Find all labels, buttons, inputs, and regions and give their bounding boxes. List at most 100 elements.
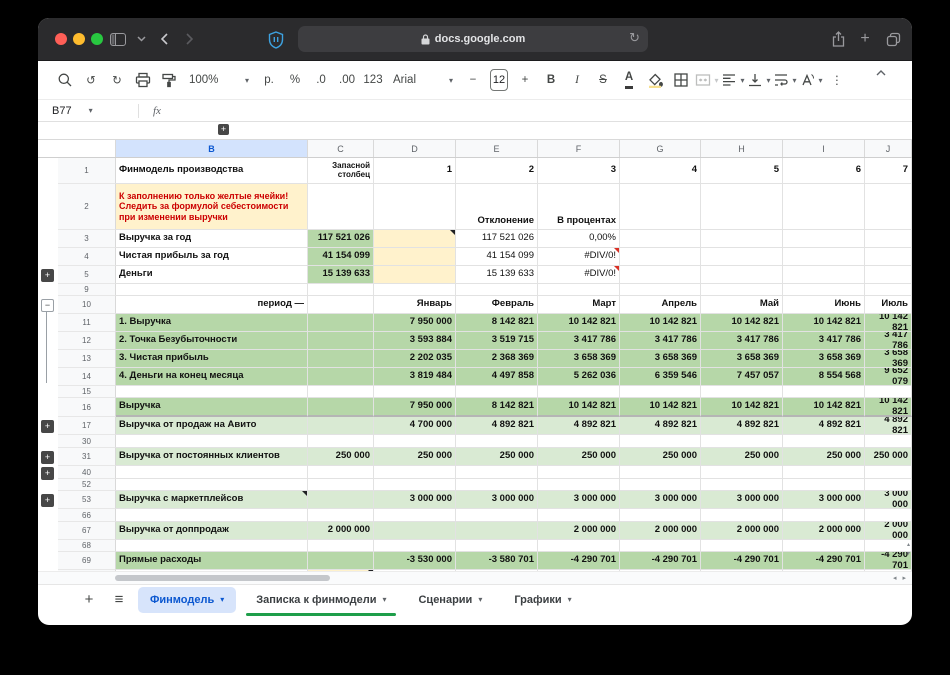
cell-J30[interactable] [865, 435, 912, 448]
cell-E52[interactable] [456, 479, 538, 491]
cell-I1[interactable]: 6 [783, 158, 865, 184]
cell-C3[interactable]: 117 521 026 [308, 230, 374, 248]
increase-decimals-button[interactable]: .00 [335, 68, 359, 92]
row-header-16[interactable]: 16 [58, 398, 116, 417]
cell-G40[interactable] [620, 466, 701, 479]
font-select[interactable]: Arial▾ [387, 68, 459, 92]
cell-G10[interactable]: Апрель [620, 296, 701, 314]
cell-B12[interactable]: 2. Точка Безубыточности [116, 332, 308, 350]
cell-G4[interactable] [620, 248, 701, 266]
sheet-tab-menu-icon[interactable]: ▾ [220, 595, 224, 604]
cell-B31[interactable]: Выручка от постоянных клиентов [116, 448, 308, 466]
cell-C53[interactable] [308, 491, 374, 509]
column-header-B[interactable]: B [116, 140, 308, 157]
scroll-right-icon[interactable]: ▸ [902, 574, 906, 582]
cell-H2[interactable] [701, 184, 783, 230]
cell-F2[interactable]: В процентах [538, 184, 620, 230]
cell-C68[interactable] [308, 540, 374, 552]
row-header-9[interactable]: 9 [58, 284, 116, 296]
undo-button[interactable]: ↺ [79, 68, 103, 92]
cell-C5[interactable]: 15 139 633 [308, 266, 374, 284]
cell-H16[interactable]: 10 142 821 [701, 398, 783, 417]
text-color-button[interactable]: A [617, 68, 641, 92]
cell-H67[interactable]: 2 000 000 [701, 522, 783, 540]
cell-B30[interactable] [116, 435, 308, 448]
cell-B16[interactable]: Выручка [116, 398, 308, 417]
cell-G14[interactable]: 6 359 546 [620, 368, 701, 386]
cell-H13[interactable]: 3 658 369 [701, 350, 783, 368]
cell-B5[interactable]: Деньги [116, 266, 308, 284]
row-group-expand-button[interactable]: + [41, 467, 54, 480]
more-toolbar-button[interactable]: ⋮ [825, 68, 849, 92]
horizontal-scrollbar-thumb[interactable] [115, 575, 330, 581]
text-rotation-button[interactable]: ▾ [799, 68, 823, 92]
cell-I4[interactable] [783, 248, 865, 266]
cell-G1[interactable]: 4 [620, 158, 701, 184]
cell-I10[interactable]: Июнь [783, 296, 865, 314]
cell-D5[interactable] [374, 266, 456, 284]
cell-E14[interactable]: 4 497 858 [456, 368, 538, 386]
cell-D11[interactable]: 7 950 000 [374, 314, 456, 332]
cell-E66[interactable] [456, 509, 538, 522]
row-header-67[interactable]: 67 [58, 522, 116, 540]
cell-H3[interactable] [701, 230, 783, 248]
cell-F15[interactable] [538, 386, 620, 398]
cell-D16[interactable]: 7 950 000 [374, 398, 456, 417]
column-header-C[interactable]: C [308, 140, 374, 157]
cell-C40[interactable] [308, 466, 374, 479]
cell-C30[interactable] [308, 435, 374, 448]
more-formats-button[interactable]: 123 [361, 68, 385, 92]
text-wrap-button[interactable]: ▾ [773, 68, 797, 92]
cell-H14[interactable]: 7 457 057 [701, 368, 783, 386]
cell-H17[interactable]: 4 892 821 [701, 417, 783, 435]
cell-F16[interactable]: 10 142 821 [538, 398, 620, 417]
cell-J15[interactable] [865, 386, 912, 398]
cell-H5[interactable] [701, 266, 783, 284]
cell-G16[interactable]: 10 142 821 [620, 398, 701, 417]
row-group-expand-button[interactable]: + [41, 420, 54, 433]
row-group-expand-button[interactable]: + [41, 451, 54, 464]
percent-format-button[interactable]: % [283, 68, 307, 92]
cell-D30[interactable] [374, 435, 456, 448]
cell-G5[interactable] [620, 266, 701, 284]
cell-F67[interactable]: 2 000 000 [538, 522, 620, 540]
column-header-G[interactable]: G [620, 140, 701, 157]
cell-J40[interactable] [865, 466, 912, 479]
cell-G12[interactable]: 3 417 786 [620, 332, 701, 350]
cell-D13[interactable]: 2 202 035 [374, 350, 456, 368]
cell-F31[interactable]: 250 000 [538, 448, 620, 466]
cell-J68[interactable] [865, 540, 912, 552]
cell-J2[interactable] [865, 184, 912, 230]
cell-E30[interactable] [456, 435, 538, 448]
sheet-tab-2[interactable]: Записка к финмодели▾ [244, 587, 398, 613]
row-header-3[interactable]: 3 [58, 230, 116, 248]
column-header-I[interactable]: I [783, 140, 865, 157]
row-header-2[interactable]: 2 [58, 184, 116, 230]
cell-F5[interactable]: #DIV/0! [538, 266, 620, 284]
cell-J9[interactable] [865, 284, 912, 296]
new-tab-button[interactable]: + [855, 29, 875, 49]
cell-F10[interactable]: Март [538, 296, 620, 314]
cell-J11[interactable]: 10 142 821 [865, 314, 912, 332]
cell-D69[interactable]: -3 530 000 [374, 552, 456, 570]
cell-H11[interactable]: 10 142 821 [701, 314, 783, 332]
sheet-tab-3[interactable]: Сценарии▾ [406, 587, 494, 613]
cell-H30[interactable] [701, 435, 783, 448]
sidebar-toggle-icon[interactable] [108, 29, 128, 49]
cell-I15[interactable] [783, 386, 865, 398]
cell-E68[interactable] [456, 540, 538, 552]
cell-F52[interactable] [538, 479, 620, 491]
font-size-input[interactable]: 12 [487, 68, 511, 92]
row-header-68[interactable]: 68 [58, 540, 116, 552]
row-group-expand-button[interactable]: + [41, 494, 54, 507]
cell-G52[interactable] [620, 479, 701, 491]
decrease-decimals-button[interactable]: .0 [309, 68, 333, 92]
all-sheets-button[interactable]: ≡ [108, 591, 130, 608]
cell-I14[interactable]: 8 554 568 [783, 368, 865, 386]
paint-format-button[interactable] [157, 68, 181, 92]
cell-D12[interactable]: 3 593 884 [374, 332, 456, 350]
sheet-tab-menu-icon[interactable]: ▾ [478, 595, 482, 604]
cell-G3[interactable] [620, 230, 701, 248]
borders-button[interactable] [669, 68, 693, 92]
strikethrough-button[interactable]: S [591, 68, 615, 92]
